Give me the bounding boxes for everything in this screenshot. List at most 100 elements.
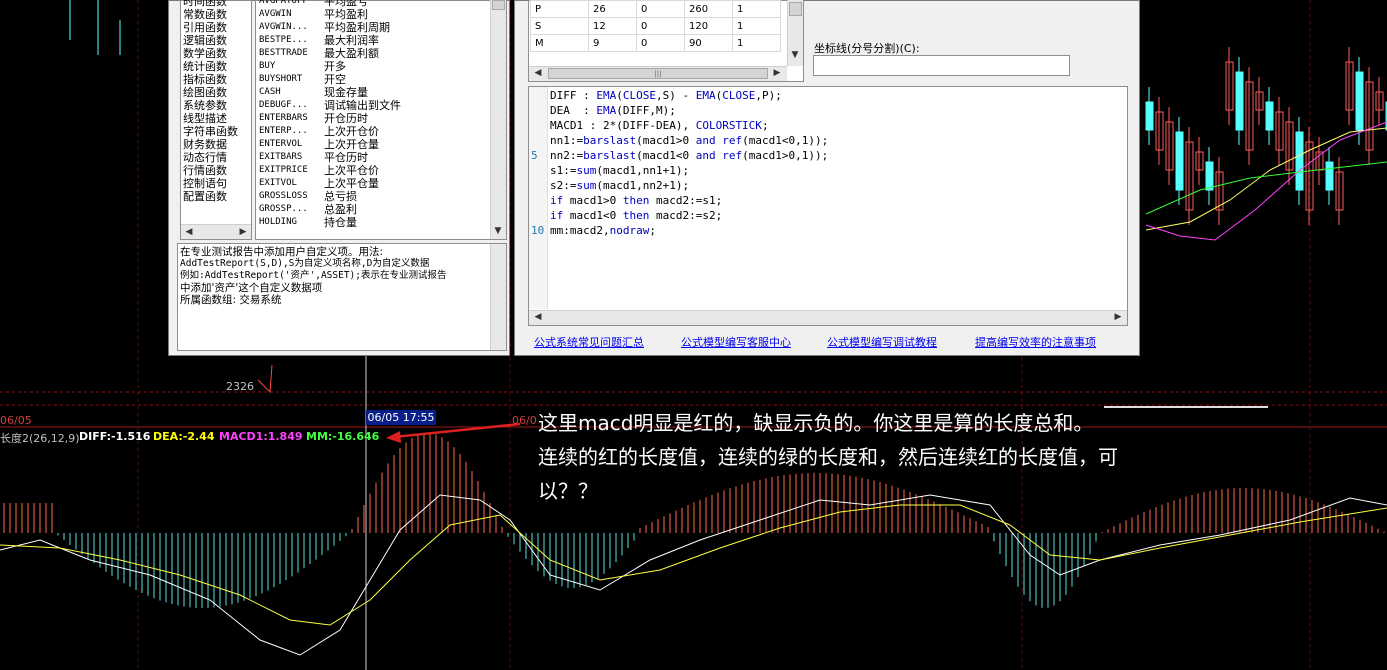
axis-line-input[interactable]	[813, 55, 1070, 76]
category-item[interactable]: 财务数据	[183, 138, 227, 151]
code-line: if macd1<0 then macd2:=s2;	[550, 209, 723, 222]
code-line: s1:=sum(macd1,nn1+1);	[550, 164, 690, 177]
desc-line-4: 中添加'资产'这个自定义数据项	[180, 282, 323, 294]
function-item[interactable]: BUYSHORT 开空	[259, 73, 499, 86]
param-cell[interactable]: 9	[588, 34, 637, 52]
param-cell[interactable]: S	[530, 17, 589, 35]
function-item[interactable]: AVGWIN... 平均盈利周期	[259, 21, 499, 34]
link-faq[interactable]: 公式系统常见问题汇总	[534, 334, 644, 350]
function-scroll-thumb[interactable]	[492, 0, 505, 10]
category-item[interactable]: 逻辑函数	[183, 34, 227, 47]
function-name: BUY	[259, 61, 276, 71]
function-desc: 平均盈利	[324, 8, 368, 21]
note-line-3: 以？？	[538, 479, 598, 503]
param-cell[interactable]: 0	[636, 34, 685, 52]
cursor-time-label: 06/05 17:55	[366, 410, 436, 425]
param-cell[interactable]: 1	[732, 0, 781, 18]
category-item[interactable]: 控制语句	[183, 177, 227, 190]
candle-body	[1145, 101, 1154, 131]
scroll-down-icon[interactable]: ▼	[490, 224, 506, 238]
param-hscroll-thumb[interactable]: |||	[548, 68, 768, 79]
function-item[interactable]: EXITPRICE 上次平仓价	[259, 164, 499, 177]
function-item[interactable]: ENTERBARS 开仓历时	[259, 112, 499, 125]
function-vscrollbar[interactable]	[490, 0, 506, 239]
param-cell[interactable]: 0	[636, 0, 685, 18]
function-name: BUYSHORT	[259, 74, 303, 84]
param-scroll-thumb[interactable]	[789, 2, 802, 16]
scroll-left-icon[interactable]: ◀	[181, 225, 197, 239]
function-item[interactable]: EXITVOL 上次平仓量	[259, 177, 499, 190]
code-scroll-right-icon[interactable]: ▶	[1110, 310, 1126, 324]
param-cell[interactable]: 0	[636, 17, 685, 35]
candle-body	[1205, 161, 1214, 191]
function-item[interactable]: DEBUGF... 调试输出到文件	[259, 99, 499, 112]
category-item[interactable]: 系统参数	[183, 99, 227, 112]
category-item[interactable]: 引用函数	[183, 21, 227, 34]
param-cell[interactable]: M	[530, 34, 589, 52]
category-item[interactable]: 绘图函数	[183, 86, 227, 99]
param-scroll-down-icon[interactable]: ▼	[787, 48, 803, 62]
function-name: AVGWIN	[259, 9, 292, 19]
price-line	[257, 364, 273, 394]
param-cell[interactable]: P	[530, 0, 589, 18]
code-line: nn1:=barslast(macd1>0 and ref(macd1<0,1)…	[550, 134, 829, 147]
description-vscrollbar[interactable]	[490, 244, 506, 350]
code-line: MACD1 : 2*(DIFF-DEA), COLORSTICK;	[550, 119, 769, 132]
param-cell[interactable]: 120	[684, 17, 733, 35]
link-tutorial[interactable]: 公式模型编写调试教程	[827, 334, 937, 350]
function-item[interactable]: GROSSP... 总盈利	[259, 203, 499, 216]
param-cell[interactable]: 260	[684, 0, 733, 18]
category-item[interactable]: 常数函数	[183, 8, 227, 21]
function-desc: 上次开仓价	[324, 125, 379, 138]
function-desc: 最大利润率	[324, 34, 379, 47]
param-row[interactable]: S 12 0 120 1	[530, 17, 781, 35]
function-item[interactable]: HOLDING 持仓量	[259, 216, 499, 229]
function-desc: 总亏损	[324, 190, 357, 203]
code-scroll-left-icon[interactable]: ◀	[530, 310, 546, 324]
category-item[interactable]: 字符串函数	[183, 125, 238, 138]
param-scroll-right-icon[interactable]: ▶	[769, 66, 785, 80]
function-desc: 平均盈亏	[324, 0, 368, 8]
category-item[interactable]: 指标函数	[183, 73, 227, 86]
function-item[interactable]: BESTPE... 最大利润率	[259, 34, 499, 47]
param-row[interactable]: P 26 0 260 1	[530, 0, 781, 18]
category-item[interactable]: 动态行情	[183, 151, 227, 164]
desc-line-3: 例如:AddTestReport('资产',ASSET);表示在专业测试报告	[180, 270, 447, 281]
function-item[interactable]: GROSSLOSS 总亏损	[259, 190, 499, 203]
link-efficiency[interactable]: 提高编写效率的注意事项	[975, 334, 1096, 350]
param-scroll-left-icon[interactable]: ◀	[530, 66, 546, 80]
function-name: ENTERP...	[259, 126, 308, 136]
link-support[interactable]: 公式模型编写客服中心	[681, 334, 791, 350]
category-item[interactable]: 统计函数	[183, 60, 227, 73]
function-item[interactable]: CASH 现金存量	[259, 86, 499, 99]
dea-value: DEA:-2.44	[153, 430, 215, 443]
category-item[interactable]: 线型描述	[183, 112, 227, 125]
function-item[interactable]: ENTERVOL 上次开仓量	[259, 138, 499, 151]
axis-line-label: 坐标线(分号分割)(C):	[814, 42, 920, 55]
function-desc: 总盈利	[324, 203, 357, 216]
scroll-right-icon[interactable]: ▶	[235, 225, 251, 239]
param-cell[interactable]: 1	[732, 34, 781, 52]
function-item[interactable]: BESTTRADE 最大盈利额	[259, 47, 499, 60]
function-item[interactable]: AVGPAYOFF 平均盈亏	[259, 0, 499, 8]
candle-body	[1175, 131, 1184, 191]
param-cell[interactable]: 1	[732, 17, 781, 35]
param-row[interactable]: M 9 0 90 1	[530, 34, 781, 52]
function-item[interactable]: ENTERP... 上次开仓价	[259, 125, 499, 138]
category-item[interactable]: 配置函数	[183, 190, 227, 203]
function-item[interactable]: BUY 开多	[259, 60, 499, 73]
category-item[interactable]: 行情函数	[183, 164, 227, 177]
function-item[interactable]: EXITBARS 平仓历时	[259, 151, 499, 164]
param-cell[interactable]: 90	[684, 34, 733, 52]
category-item[interactable]: 数学函数	[183, 47, 227, 60]
code-hscrollbar[interactable]	[529, 310, 1127, 325]
date-label-mid: 06/0	[512, 414, 537, 427]
function-item[interactable]: AVGWIN 平均盈利	[259, 8, 499, 21]
function-name: AVGPAYOFF	[259, 0, 308, 6]
macd1-value: MACD1:1.849	[219, 430, 303, 443]
param-cell[interactable]: 26	[588, 0, 637, 18]
function-name: EXITBARS	[259, 152, 303, 162]
parameter-grid[interactable]: P 26 0 260 1 S 12 0 120 1 M 9 0 90 1	[530, 0, 781, 52]
category-item[interactable]: 时间函数	[183, 0, 227, 8]
param-cell[interactable]: 12	[588, 17, 637, 35]
